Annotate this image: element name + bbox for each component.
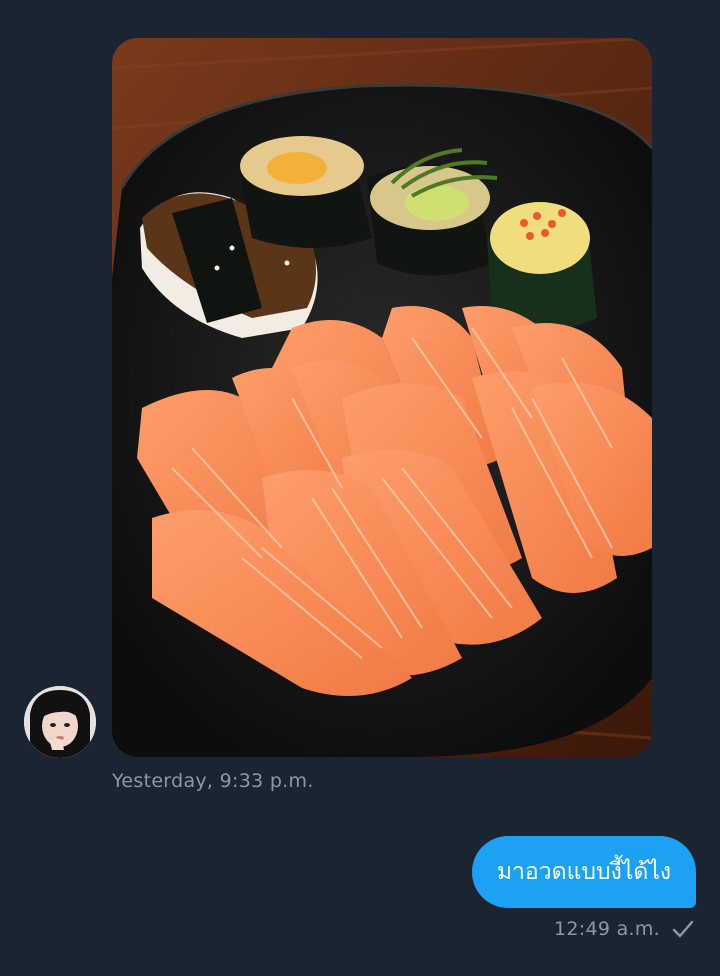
sent-message-meta: 12:49 a.m. [554, 918, 694, 940]
dm-conversation: Yesterday, 9:33 p.m. มาอวดแบบงี้ได้ไง 12… [0, 0, 720, 976]
sushi-photo [112, 38, 652, 757]
sender-avatar[interactable] [24, 686, 96, 758]
checkmark-icon [672, 920, 694, 938]
sent-message-bubble[interactable]: มาอวดแบบงี้ได้ไง [472, 836, 696, 908]
received-timestamp: Yesterday, 9:33 p.m. [112, 770, 314, 792]
sent-message-text: มาอวดแบบงี้ได้ไง [496, 859, 672, 885]
sent-timestamp: 12:49 a.m. [553, 918, 660, 940]
received-photo-message[interactable] [112, 38, 652, 757]
avatar-image [24, 686, 96, 758]
